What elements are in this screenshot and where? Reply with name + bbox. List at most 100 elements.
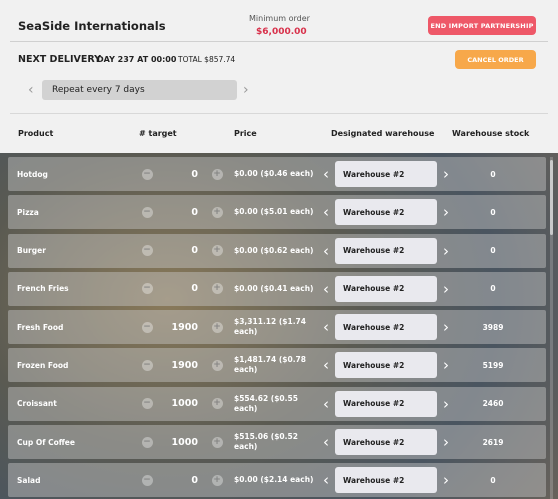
next-delivery-label: NEXT DELIVERY (18, 54, 102, 65)
warehouse-select[interactable]: Warehouse #2 (335, 314, 437, 341)
repeat-next-arrow-icon[interactable]: › (243, 82, 249, 98)
minus-icon: − (141, 321, 153, 333)
warehouse-next-arrow-icon[interactable]: › (440, 425, 452, 459)
price-value: $515.06 ($0.52 each) (234, 432, 298, 452)
decrease-target-button[interactable]: − (141, 348, 153, 382)
warehouse-prev-arrow-icon[interactable]: ‹ (320, 348, 332, 382)
warehouse-select[interactable]: Warehouse #2 (335, 161, 437, 187)
column-header-stock: Warehouse stock (452, 129, 530, 138)
increase-target-button[interactable]: + (211, 310, 223, 344)
minus-icon: − (141, 168, 153, 180)
increase-target-button[interactable]: + (211, 425, 223, 459)
company-name: SeaSide Internationals (18, 19, 166, 33)
product-name: Hotdog (17, 169, 48, 179)
warehouse-select[interactable]: Warehouse #2 (335, 352, 437, 379)
minus-icon: − (141, 436, 153, 448)
plus-icon: + (211, 398, 223, 410)
stock-value: 0 (490, 284, 496, 294)
product-name: Cup Of Coffee (17, 437, 75, 447)
price-value: $1,481.74 ($0.78 each) (234, 355, 306, 375)
increase-target-button[interactable]: + (211, 234, 223, 268)
decrease-target-button[interactable]: − (141, 157, 153, 191)
warehouse-prev-arrow-icon[interactable]: ‹ (320, 387, 332, 421)
scrollbar-thumb[interactable] (550, 160, 553, 235)
stock-value: 0 (490, 207, 496, 217)
warehouse-prev-arrow-icon[interactable]: ‹ (320, 425, 332, 459)
plus-icon: + (211, 321, 223, 333)
decrease-target-button[interactable]: − (141, 234, 153, 268)
min-order-label: Minimum order (249, 14, 310, 23)
decrease-target-button[interactable]: − (141, 195, 153, 229)
column-header-price: Price (234, 129, 257, 138)
product-row: Burger − 0 + $0.00 ($0.62 each) ‹ Wareho… (8, 233, 546, 268)
minus-icon: − (141, 359, 153, 371)
divider (10, 113, 548, 114)
product-row: Croissant − 1000 + $554.62 ($0.55 each) … (8, 386, 546, 421)
price-value: $0.00 ($0.46 each) (234, 169, 314, 178)
stock-value: 0 (490, 246, 496, 256)
product-row: Pizza − 0 + $0.00 ($5.01 each) ‹ Warehou… (8, 195, 546, 230)
increase-target-button[interactable]: + (211, 195, 223, 229)
target-value: 1000 (171, 436, 198, 448)
warehouse-next-arrow-icon[interactable]: › (440, 234, 452, 268)
warehouse-select[interactable]: Warehouse #2 (335, 390, 437, 417)
warehouse-next-arrow-icon[interactable]: › (440, 272, 452, 306)
repeat-prev-arrow-icon[interactable]: ‹ (28, 82, 34, 98)
warehouse-next-arrow-icon[interactable]: › (440, 157, 452, 191)
warehouse-prev-arrow-icon[interactable]: ‹ (320, 234, 332, 268)
product-name: Salad (17, 475, 41, 485)
column-header-product: Product (18, 129, 54, 138)
warehouse-next-arrow-icon[interactable]: › (440, 310, 452, 344)
warehouse-prev-arrow-icon[interactable]: ‹ (320, 463, 332, 497)
stock-value: 2460 (482, 399, 504, 409)
warehouse-select[interactable]: Warehouse #2 (335, 275, 437, 302)
warehouse-select[interactable]: Warehouse #2 (335, 199, 437, 226)
decrease-target-button[interactable]: − (141, 272, 153, 306)
warehouse-prev-arrow-icon[interactable]: ‹ (320, 195, 332, 229)
stock-value: 0 (490, 475, 496, 485)
plus-icon: + (211, 283, 223, 295)
decrease-target-button[interactable]: − (141, 463, 153, 497)
increase-target-button[interactable]: + (211, 157, 223, 191)
warehouse-select[interactable]: Warehouse #2 (335, 429, 437, 456)
delivery-total: TOTAL $857.74 (178, 55, 236, 64)
target-value: 0 (191, 206, 198, 218)
repeat-interval-select[interactable]: Repeat every 7 days (42, 80, 237, 100)
warehouse-select[interactable]: Warehouse #2 (335, 467, 437, 494)
price-value: $0.00 ($2.14 each) (234, 475, 314, 485)
product-name: French Fries (17, 284, 69, 294)
end-partnership-button[interactable]: END IMPORT PARTNERSHIP (428, 16, 536, 35)
plus-icon: + (211, 436, 223, 448)
warehouse-prev-arrow-icon[interactable]: ‹ (320, 272, 332, 306)
target-value: 1000 (171, 398, 198, 410)
stock-value: 0 (490, 169, 496, 179)
plus-icon: + (211, 168, 223, 180)
warehouse-prev-arrow-icon[interactable]: ‹ (320, 157, 332, 191)
product-row: Fresh Food − 1900 + $3,311.12 ($1.74 eac… (8, 310, 546, 345)
product-name: Pizza (17, 207, 39, 217)
stock-value: 3989 (482, 322, 504, 332)
minus-icon: − (141, 474, 153, 486)
order-header-panel: SeaSide Internationals Minimum order $6,… (0, 0, 558, 153)
warehouse-next-arrow-icon[interactable]: › (440, 387, 452, 421)
price-value: $0.00 ($5.01 each) (234, 207, 314, 217)
plus-icon: + (211, 474, 223, 486)
increase-target-button[interactable]: + (211, 463, 223, 497)
target-value: 0 (191, 474, 198, 486)
increase-target-button[interactable]: + (211, 387, 223, 421)
decrease-target-button[interactable]: − (141, 425, 153, 459)
plus-icon: + (211, 359, 223, 371)
cancel-order-button[interactable]: CANCEL ORDER (455, 50, 536, 69)
increase-target-button[interactable]: + (211, 272, 223, 306)
warehouse-next-arrow-icon[interactable]: › (440, 463, 452, 497)
decrease-target-button[interactable]: − (141, 387, 153, 421)
delivery-day: DAY 237 AT 00:00 (97, 55, 177, 64)
warehouse-next-arrow-icon[interactable]: › (440, 348, 452, 382)
decrease-target-button[interactable]: − (141, 310, 153, 344)
increase-target-button[interactable]: + (211, 348, 223, 382)
warehouse-prev-arrow-icon[interactable]: ‹ (320, 310, 332, 344)
product-name: Burger (17, 246, 46, 256)
product-row: Frozen Food − 1900 + $1,481.74 ($0.78 ea… (8, 348, 546, 383)
warehouse-select[interactable]: Warehouse #2 (335, 237, 437, 264)
warehouse-next-arrow-icon[interactable]: › (440, 195, 452, 229)
